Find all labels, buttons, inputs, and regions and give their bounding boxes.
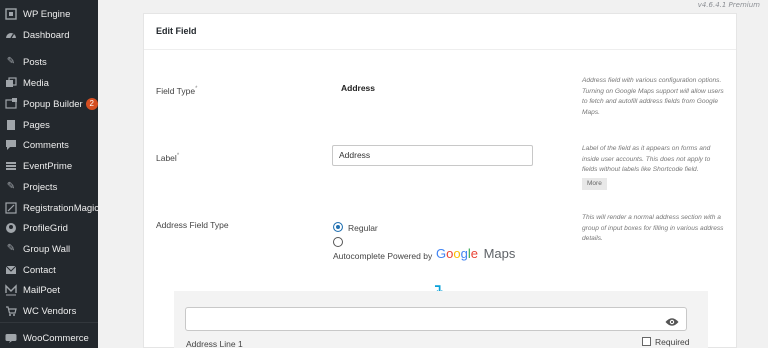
sidebar-item-wp-engine[interactable]: WP Engine [0,4,98,24]
sidebar-item-label: Pages [23,119,50,131]
field-type-label: Field Type* [156,86,198,96]
address-line-1-input[interactable] [185,307,687,331]
card-title: Edit Field [156,26,197,36]
regular-radio-label: Regular [348,223,378,233]
field-preview: Address Line 1 Required [174,291,708,348]
notification-badge: 2 [85,98,98,110]
plugin-version: v4.6.4.1 Premium [697,1,760,9]
sidebar-item-label: Media [23,77,49,89]
mailpoet-icon [5,284,17,296]
pin-icon: ✎ [6,181,16,192]
sidebar-item-pages[interactable]: Pages [0,115,98,135]
dashboard-icon [5,29,17,41]
sidebar-item-woocommerce[interactable]: WooCommerce [0,328,98,348]
sidebar-item-label: Contact [23,264,56,276]
sidebar-item-label: WP Engine [23,8,71,20]
eye-icon[interactable] [665,314,679,326]
google-letter: o [453,246,461,261]
wpengine-icon [5,8,17,20]
autocomplete-radio-label: Autocomplete Powered by [333,251,433,261]
sidebar-item-label: WooCommerce [23,332,89,344]
pin-icon: ✎ [6,243,16,254]
comments-icon [5,139,17,151]
address-field-type-label: Address Field Type [156,220,229,230]
sidebar-item-label: Popup Builder [23,98,83,110]
cart-icon [5,305,17,317]
pin-icon: ✎ [6,56,16,67]
media-icon [5,77,17,89]
sidebar-item-label: RegistrationMagic [23,202,100,214]
sidebar-item-registrationmagic[interactable]: RegistrationMagic [0,198,100,218]
sidebar-item-projects[interactable]: ✎ Projects [0,177,98,197]
sidebar-item-dashboard[interactable]: Dashboard [0,25,98,45]
address-line-1-label: Address Line 1 [186,339,243,348]
more-button[interactable]: More [582,177,607,190]
sidebar-item-label: WC Vendors [23,305,77,317]
sidebar-item-group-wall[interactable]: ✎ Group Wall [0,239,98,259]
sidebar-item-comments[interactable]: Comments [0,135,98,155]
card-header: Edit Field [144,14,736,50]
popup-icon [5,98,17,110]
label-field-label: Label* [156,153,180,163]
label-help-text: Label of the field as it appears on form… [582,145,711,173]
sidebar-item-posts[interactable]: ✎ Posts [0,52,98,72]
maps-word: Maps [483,246,516,261]
sidebar-item-media[interactable]: Media [0,73,98,93]
address-type-help: This will render a normal address sectio… [582,214,724,242]
google-letter: G [436,246,447,261]
sidebar-item-label: Posts [23,56,47,68]
field-type-value: Address [341,83,376,93]
required-label: Required [655,337,690,347]
sidebar-item-contact[interactable]: Contact [0,260,98,280]
sidebar-item-mailpoet[interactable]: MailPoet [0,280,98,300]
google-letter: e [470,246,478,261]
autocomplete-radio[interactable] [333,237,343,247]
regular-radio[interactable] [333,222,343,232]
woocommerce-icon [5,332,17,344]
mail-icon [5,264,17,276]
eventprime-icon [5,160,17,172]
sidebar-item-label: EventPrime [23,160,73,172]
sidebar-separator [0,322,98,323]
sidebar-item-eventprime[interactable]: EventPrime [0,156,98,176]
edit-field-card: Edit Field Field Type* Address Address f… [143,13,737,348]
sidebar-item-wc-vendors[interactable]: WC Vendors [0,301,98,321]
required-checkbox[interactable] [642,337,651,346]
sidebar-item-label: Dashboard [23,29,70,41]
sidebar-item-popup-builder[interactable]: Popup Builder 2 [0,94,98,114]
sidebar-item-label: Group Wall [23,243,71,255]
google-letter: g [460,246,468,261]
sidebar-item-label: Comments [23,139,69,151]
label-input[interactable]: Address [332,145,533,166]
sidebar-item-profilegrid[interactable]: ProfileGrid [0,218,98,238]
google-maps-logo: Google Maps [436,247,515,260]
sidebar-item-label: Projects [23,181,58,193]
profilegrid-icon [5,222,17,234]
admin-sidebar: WP Engine Dashboard ✎ Posts Media Popup … [0,0,100,348]
registrationmagic-icon [5,202,17,214]
pages-icon [5,119,17,131]
sidebar-item-label: ProfileGrid [23,222,68,234]
sidebar-item-label: MailPoet [23,284,60,296]
field-type-help: Address field with various configuration… [582,77,724,116]
label-help: Label of the field as it appears on form… [582,144,727,190]
